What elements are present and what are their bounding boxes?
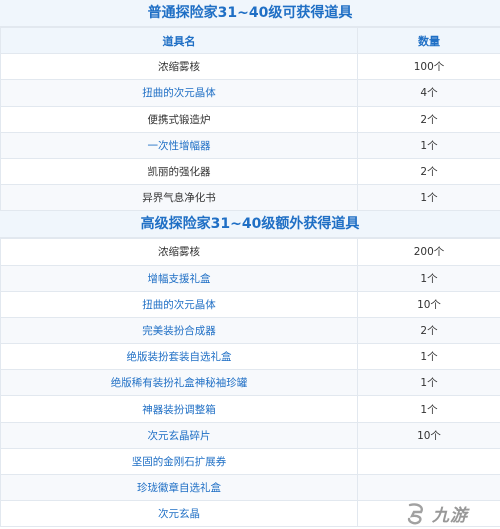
- item-quantity: 2个: [357, 157, 500, 186]
- item-quantity: 1个: [357, 395, 500, 423]
- section2-body: 浓缩雾核 200个 增幅支援礼盒 1个 扭曲的次元晶体 10个 完美装扮合成器 2个 绝版装扮套…: [0, 238, 500, 528]
- item-name-link[interactable]: 扭曲的次元晶体: [0, 290, 358, 318]
- item-name: 凯丽的强化器: [0, 157, 358, 186]
- jiuyou-logo-icon: [407, 503, 423, 525]
- table-row: 异界气息净化书 1个: [0, 184, 500, 212]
- table-row: 次元玄晶碎片 10个: [0, 421, 500, 449]
- table-row: 凯丽的强化器 2个: [0, 157, 500, 186]
- table-row: 浓缩雾核 100个: [0, 53, 500, 81]
- section1-body: 浓缩雾核 100个 扭曲的次元晶体 4个 便携式锻造炉 2个 一次性增幅器 1个 凯丽的强化器 2…: [0, 53, 500, 212]
- table-row: 浓缩雾核 200个: [0, 238, 500, 266]
- section2-title: 高级探险家31~40级额外获得道具: [0, 211, 500, 239]
- item-quantity: 10个: [357, 290, 500, 318]
- column-header-qty: 数量: [357, 26, 500, 55]
- item-name: 浓缩雾核: [0, 238, 358, 266]
- watermark: 九游: [404, 500, 492, 526]
- item-name-link[interactable]: 次元玄晶碎片: [0, 421, 358, 449]
- table-row: 完美装扮合成器 2个: [0, 316, 500, 345]
- item-name-link[interactable]: 扭曲的次元晶体: [0, 79, 358, 107]
- item-name-link[interactable]: 绝版稀有装扮礼盒神秘袖珍罐: [0, 369, 358, 397]
- table-row: 一次性增幅器 1个: [0, 131, 500, 159]
- item-quantity: 1个: [357, 369, 500, 397]
- table-row: 扭曲的次元晶体 4个: [0, 79, 500, 107]
- item-quantity: 200个: [357, 238, 500, 266]
- table-row: 增幅支援礼盒 1个: [0, 264, 500, 292]
- item-quantity: 1个: [357, 343, 500, 371]
- section1-title: 普通探险家31~40级可获得道具: [0, 0, 500, 27]
- table-row: 扭曲的次元晶体 10个: [0, 290, 500, 318]
- item-quantity: 100个: [357, 53, 500, 81]
- column-header-item: 道具名: [0, 26, 358, 55]
- table-row: 绝版稀有装扮礼盒神秘袖珍罐 1个: [0, 369, 500, 397]
- item-name-link[interactable]: 一次性增幅器: [0, 131, 358, 159]
- watermark-text: 九游: [432, 505, 468, 526]
- section1-table: 道具名 数量 浓缩雾核 100个 扭曲的次元晶体 4个 便携式锻造炉 2个 一次性增幅器 1个…: [0, 26, 500, 212]
- item-name-link[interactable]: 绝版装扮套装自选礼盒: [0, 343, 358, 371]
- item-name-link[interactable]: 增幅支援礼盒: [0, 264, 358, 292]
- item-name-link[interactable]: 神器装扮调整箱: [0, 395, 358, 423]
- item-name-link[interactable]: 次元玄晶: [0, 500, 358, 528]
- section2-table: 浓缩雾核 200个 增幅支援礼盒 1个 扭曲的次元晶体 10个 完美装扮合成器 2个 绝版装扮套…: [0, 238, 500, 528]
- item-name-link[interactable]: 坚固的金刚石扩展券: [0, 447, 358, 476]
- item-name: 异界气息净化书: [0, 184, 358, 212]
- item-quantity: 10个: [357, 421, 500, 449]
- item-quantity: 2个: [357, 316, 500, 345]
- item-name-link[interactable]: 完美装扮合成器: [0, 316, 358, 345]
- item-quantity: 1个: [357, 264, 500, 292]
- table-row: 珍珑徽章自选礼盒: [0, 473, 500, 502]
- item-quantity: [357, 473, 500, 502]
- item-name: 便携式锻造炉: [0, 105, 358, 133]
- table-row: 绝版装扮套装自选礼盒 1个: [0, 343, 500, 371]
- item-quantity: [357, 447, 500, 476]
- item-quantity: 1个: [357, 131, 500, 159]
- table-row: 神器装扮调整箱 1个: [0, 395, 500, 423]
- table-row: 坚固的金刚石扩展券: [0, 447, 500, 476]
- item-name-link[interactable]: 珍珑徽章自选礼盒: [0, 473, 358, 502]
- item-list: 普通探险家31~40级可获得道具 道具名 数量 浓缩雾核 100个 扭曲的次元晶体 4…: [0, 0, 500, 528]
- item-quantity: 1个: [357, 184, 500, 212]
- item-name: 浓缩雾核: [0, 53, 358, 81]
- item-quantity: 2个: [357, 105, 500, 133]
- item-quantity: 4个: [357, 79, 500, 107]
- table-row: 便携式锻造炉 2个: [0, 105, 500, 133]
